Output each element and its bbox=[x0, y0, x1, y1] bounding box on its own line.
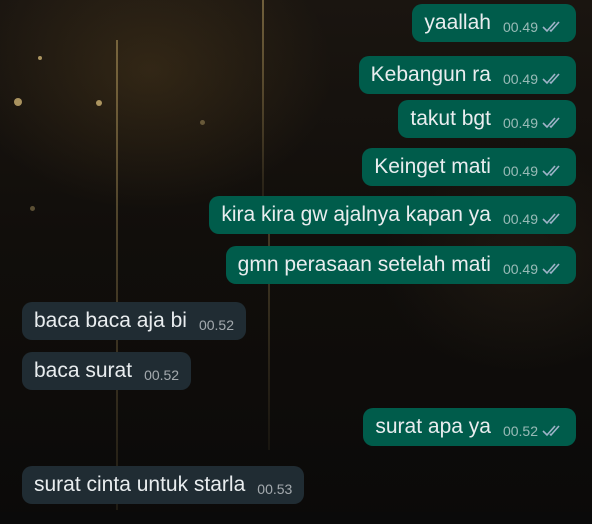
wallpaper-bokeh bbox=[14, 98, 22, 106]
message-text: gmn perasaan setelah mati bbox=[237, 253, 491, 276]
message-time: 00.52 bbox=[144, 367, 180, 383]
wallpaper-bokeh bbox=[30, 206, 35, 211]
message-bubble-incoming[interactable]: baca baca aja bi 00.52 bbox=[22, 302, 246, 340]
message-bubble-outgoing[interactable]: takut bgt 00.49 bbox=[398, 100, 576, 138]
message-text: kira kira gw ajalnya kapan ya bbox=[221, 203, 491, 226]
message-text: takut bgt bbox=[410, 107, 491, 130]
message-time: 00.49 bbox=[502, 19, 538, 35]
message-bubble-outgoing[interactable]: gmn perasaan setelah mati 00.49 bbox=[225, 246, 576, 284]
message-time: 00.53 bbox=[257, 481, 293, 497]
wallpaper-bokeh bbox=[96, 100, 102, 106]
message-bubble-outgoing[interactable]: yaallah 00.49 bbox=[412, 4, 576, 42]
message-bubble-outgoing[interactable]: Kebangun ra 00.49 bbox=[358, 56, 576, 94]
double-check-icon bbox=[542, 165, 564, 177]
double-check-icon bbox=[542, 263, 564, 275]
message-text: Keinget mati bbox=[374, 155, 491, 178]
message-time: 00.49 bbox=[502, 261, 538, 277]
message-bubble-incoming[interactable]: surat cinta untuk starla 00.53 bbox=[22, 466, 305, 504]
screen-bottom-edge bbox=[0, 512, 592, 524]
message-bubble-outgoing[interactable]: surat apa ya 00.52 bbox=[363, 408, 576, 446]
wallpaper-bokeh bbox=[38, 56, 42, 60]
double-check-icon bbox=[542, 21, 564, 33]
message-bubble-outgoing[interactable]: Keinget mati 00.49 bbox=[362, 148, 576, 186]
message-text: Kebangun ra bbox=[370, 63, 491, 86]
message-bubble-outgoing[interactable]: kira kira gw ajalnya kapan ya 00.49 bbox=[209, 196, 576, 234]
double-check-icon bbox=[542, 117, 564, 129]
message-text: yaallah bbox=[424, 11, 491, 34]
message-bubble-incoming[interactable]: baca surat 00.52 bbox=[22, 352, 192, 390]
double-check-icon bbox=[542, 213, 564, 225]
message-time: 00.52 bbox=[502, 423, 538, 439]
message-time: 00.52 bbox=[198, 317, 234, 333]
message-text: baca surat bbox=[34, 359, 133, 382]
wallpaper-light-streak bbox=[262, 0, 264, 200]
wallpaper-light-streak bbox=[116, 40, 118, 510]
message-text: surat apa ya bbox=[375, 415, 491, 438]
double-check-icon bbox=[542, 73, 564, 85]
message-time: 00.49 bbox=[502, 115, 538, 131]
double-check-icon bbox=[542, 425, 564, 437]
wallpaper-bokeh bbox=[200, 120, 205, 125]
message-text: surat cinta untuk starla bbox=[34, 473, 246, 496]
message-time: 00.49 bbox=[502, 71, 538, 87]
message-text: baca baca aja bi bbox=[34, 309, 187, 332]
message-time: 00.49 bbox=[502, 163, 538, 179]
message-time: 00.49 bbox=[502, 211, 538, 227]
